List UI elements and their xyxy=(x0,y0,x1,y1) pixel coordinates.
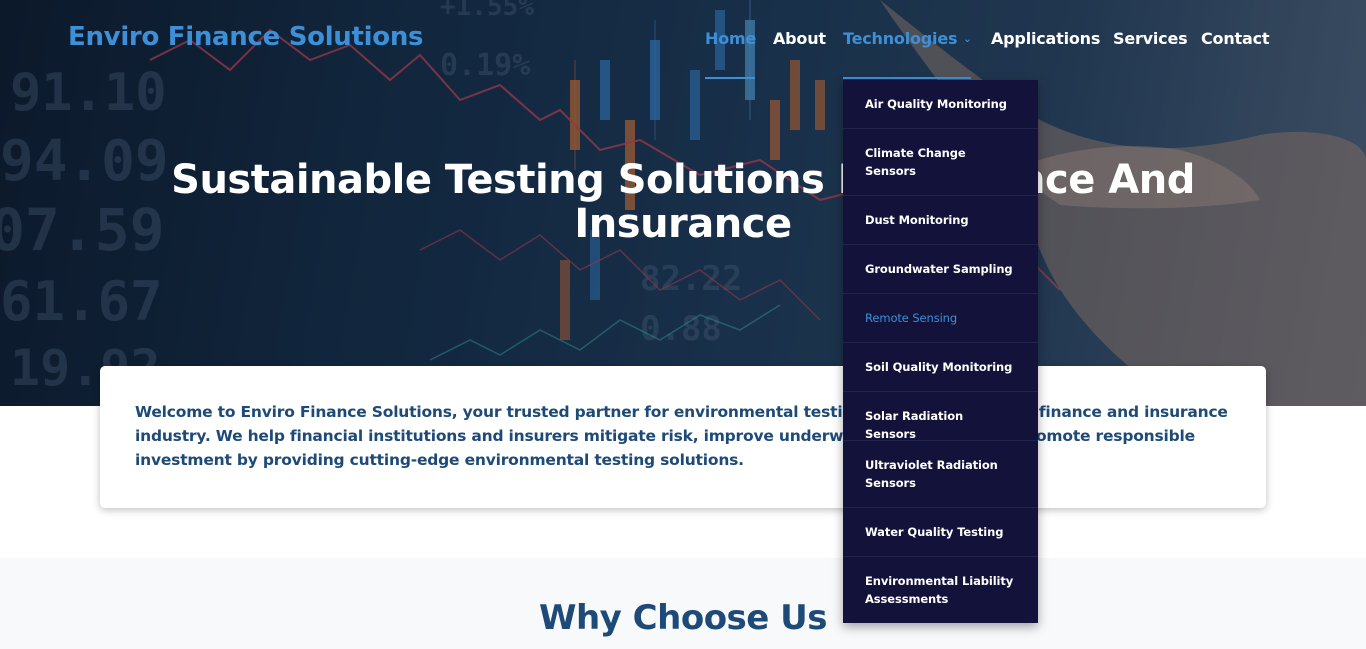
nav-services[interactable]: Services xyxy=(1113,28,1188,50)
chevron-down-icon: ⌄ xyxy=(963,33,972,45)
hero-title: Sustainable Testing Solutions For Financ… xyxy=(171,157,1195,247)
nav-technologies-underline xyxy=(843,77,971,79)
nav-applications[interactable]: Applications xyxy=(991,28,1100,50)
dropdown-item-dust-monitoring[interactable]: Dust Monitoring xyxy=(843,196,1038,245)
dropdown-item-groundwater-sampling[interactable]: Groundwater Sampling xyxy=(843,245,1038,294)
technologies-dropdown: Air Quality Monitoring Climate Change Se… xyxy=(843,80,1038,623)
nav-about[interactable]: About xyxy=(773,28,826,50)
intro-card: Welcome to Enviro Finance Solutions, you… xyxy=(100,366,1266,508)
dropdown-item-water-quality-testing[interactable]: Water Quality Testing xyxy=(843,508,1038,557)
dropdown-item-environmental-liability-assessments[interactable]: Environmental Liability Assessments xyxy=(843,557,1038,623)
dropdown-item-soil-quality-monitoring[interactable]: Soil Quality Monitoring xyxy=(843,343,1038,392)
dropdown-item-solar-radiation-sensors[interactable]: Solar Radiation Sensors xyxy=(843,392,1038,441)
nav-home-underline xyxy=(705,77,755,79)
dropdown-item-ultraviolet-radiation-sensors[interactable]: Ultraviolet Radiation Sensors xyxy=(843,441,1038,508)
intro-text: Welcome to Enviro Finance Solutions, you… xyxy=(135,403,1228,469)
dropdown-item-air-quality-monitoring[interactable]: Air Quality Monitoring xyxy=(843,80,1038,129)
nav-contact[interactable]: Contact xyxy=(1201,28,1270,50)
nav-technologies[interactable]: Technologies ⌄ xyxy=(843,28,972,51)
main-nav: Home About Technologies ⌄ Applications Se… xyxy=(0,28,1366,52)
why-choose-us-title: Why Choose Us xyxy=(538,598,828,638)
nav-technologies-label: Technologies xyxy=(843,29,958,48)
dropdown-item-climate-change-sensors[interactable]: Climate Change Sensors xyxy=(843,129,1038,196)
nav-home[interactable]: Home xyxy=(705,28,756,50)
dropdown-item-remote-sensing[interactable]: Remote Sensing xyxy=(843,294,1038,343)
